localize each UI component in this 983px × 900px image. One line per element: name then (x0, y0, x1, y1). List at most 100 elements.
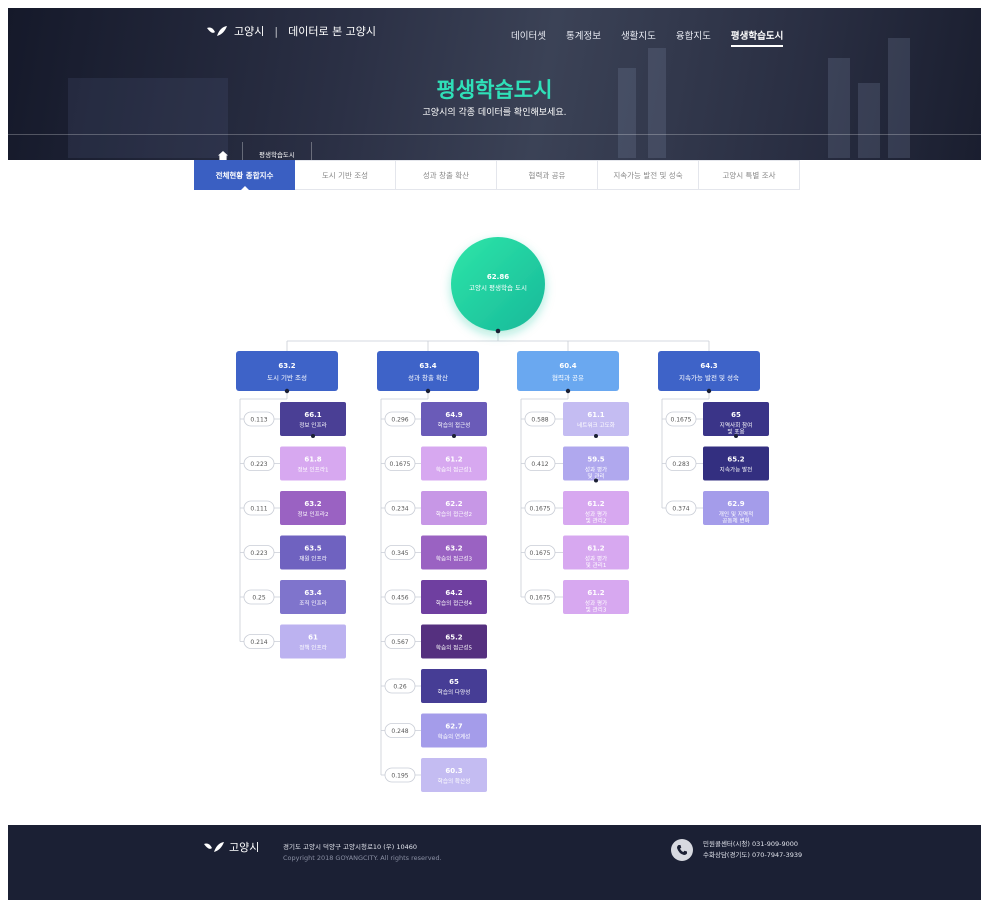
weight-badge: 0.374 (665, 500, 697, 516)
indicator-node[interactable]: 62.2 학습의 접근성2 (421, 491, 487, 525)
root-label: 고양시 평생학습 도시 (469, 283, 527, 292)
indicator-node[interactable]: 61.2 성과 평가및 관리1 (563, 535, 629, 570)
weight-value: 0.456 (391, 594, 408, 601)
indicator-node[interactable]: 61.8 정보 인프라1 (280, 446, 346, 481)
footer-logo[interactable]: 고양시 (203, 839, 259, 855)
indicator-label: 학습의 접근성 (438, 421, 471, 429)
indicator-node[interactable]: 66.1 정보 인프라 (280, 402, 346, 438)
index-tree-diagram: 62.86 고양시 평생학습 도시 63.2 도시 기반 조성 0.113 66.1 정… (236, 237, 769, 792)
indicator-node[interactable]: 61.2 성과 평가및 관리3 (563, 580, 629, 614)
category-label: 도시 기반 조성 (267, 373, 307, 382)
indicator-label: 네트워크 고도화 (577, 421, 615, 429)
indicator-label: 정책 인프라 (299, 644, 327, 652)
indicator-node[interactable]: 65 학습의 다양성 (421, 669, 487, 703)
indicator-label-line2: 및 관리3 (586, 606, 607, 614)
page: 고양시 | 데이터로 본 고양시 데이터셋 통계정보 생활지도 융합지도 평생학… (0, 0, 983, 900)
category-node[interactable]: 64.3 지속가능 발전 및 성숙 (658, 351, 760, 394)
indicator-label: 학습의 접근성2 (436, 510, 472, 518)
indicator-value: 65.2 (727, 456, 744, 464)
indicator-node[interactable]: 63.5 재원 인프라 (280, 535, 346, 570)
indicator-box (280, 402, 346, 436)
weight-value: 0.25 (252, 594, 266, 601)
indicator-label: 성과 평가 (585, 555, 607, 563)
goyang-logo-icon (204, 842, 224, 852)
indicator-value: 62.2 (445, 500, 462, 508)
indicator-node[interactable]: 61 정책 인프라 (280, 624, 346, 659)
category-node[interactable]: 63.2 도시 기반 조성 (236, 351, 338, 394)
indicator-label: 성과 평가 (585, 466, 607, 474)
indicator-node[interactable]: 65.2 지속가능 발전 (703, 446, 769, 481)
indicator-node[interactable]: 61.2 성과 평가및 관리2 (563, 491, 629, 525)
root-node[interactable]: 62.86 고양시 평생학습 도시 (451, 237, 545, 334)
category-node[interactable]: 60.4 협력과 공유 (517, 351, 619, 394)
weight-badge: 0.345 (384, 545, 416, 560)
indicator-label: 정보 인프라 (299, 421, 327, 429)
indicator-node[interactable]: 63.2 정보 인프라2 (280, 491, 346, 525)
category-node[interactable]: 63.4 성과 창출 확산 (377, 351, 479, 394)
weight-badge: 0.214 (243, 634, 275, 649)
indicator-value: 62.7 (445, 723, 462, 731)
weight-value: 0.588 (531, 416, 548, 423)
indicator-node[interactable]: 63.4 조직 인프라 (280, 580, 346, 614)
connector-dot (594, 478, 598, 483)
weight-value: 0.1675 (671, 416, 692, 423)
indicator-node[interactable]: 59.5성과 평가및 관리 (563, 446, 629, 483)
weight-badge: 0.567 (384, 634, 416, 649)
weight-badge: 0.26 (384, 678, 416, 694)
indicator-label: 개인 및 지역적 (719, 510, 753, 518)
indicator-value: 61.2 (587, 500, 604, 508)
weight-value: 0.374 (672, 505, 689, 512)
weight-value: 0.111 (250, 505, 267, 512)
connector-dot (594, 434, 598, 438)
indicator-node[interactable]: 62.9 개인 및 지역적공동체 변화 (703, 491, 769, 525)
indicator-node[interactable]: 61.2 학습의 접근성1 (421, 446, 487, 481)
indicator-node[interactable]: 62.7 학습의 연계성 (421, 713, 487, 748)
connector-dot (311, 434, 315, 438)
indicator-value: 61.2 (445, 456, 462, 464)
indicator-node[interactable]: 64.2 학습의 접근성4 (421, 580, 487, 614)
category-box (658, 351, 760, 391)
weight-value: 0.1675 (530, 550, 551, 557)
indicator-node[interactable]: 60.3 학습의 확산성 (421, 758, 487, 792)
weight-badge: 0.1675 (524, 500, 556, 516)
weight-badge: 0.248 (384, 723, 416, 738)
weight-value: 0.1675 (530, 505, 551, 512)
indicator-label-line2: 및 관리1 (586, 561, 607, 569)
indicator-node[interactable]: 61.1 네트워크 고도화 (563, 402, 629, 438)
weight-badge: 0.234 (384, 500, 416, 516)
weight-value: 0.345 (391, 550, 408, 557)
indicator-box (421, 535, 487, 570)
connector-dot (565, 388, 571, 394)
connector-dot (734, 434, 738, 438)
indicator-node[interactable]: 63.2 학습의 접근성3 (421, 535, 487, 570)
connector-dot (706, 388, 712, 394)
indicator-node[interactable]: 65지역사회 참여및 포용 (703, 402, 769, 438)
indicator-node[interactable]: 65.2 학습의 접근성5 (421, 624, 487, 659)
indicator-value: 61 (308, 634, 318, 642)
weight-value: 0.195 (391, 772, 408, 779)
weight-badge: 0.296 (384, 411, 416, 427)
indicator-label: 정보 인프라1 (297, 466, 329, 474)
weight-badge: 0.412 (524, 456, 556, 471)
tree-nodes: 63.2 도시 기반 조성 0.113 66.1 정보 인프라 0.223 61.8 정보 인… (236, 351, 769, 792)
indicator-box (421, 580, 487, 614)
indicator-node[interactable]: 64.9 학습의 접근성 (421, 402, 487, 438)
indicator-label: 정보 인프라2 (297, 510, 328, 518)
indicator-label: 조직 인프라 (299, 599, 327, 607)
indicator-label: 학습의 확산성 (438, 777, 471, 785)
indicator-value: 66.1 (304, 411, 321, 419)
indicator-box (421, 713, 487, 748)
indicator-value: 61.2 (587, 545, 604, 553)
weight-value: 0.1675 (390, 461, 411, 468)
indicator-value: 63.2 (445, 545, 462, 553)
connector-dot (284, 388, 290, 394)
footer-contact: 민원콜센터(시청) 031-909-9000 수화상담(경기도) 070-794… (671, 839, 802, 861)
weight-value: 0.283 (672, 461, 689, 468)
weight-value: 0.1675 (530, 594, 551, 601)
indicator-box (563, 402, 629, 436)
footer-address-block: 경기도 고양시 덕양구 고양시청로10 (우) 10460 Copyright … (283, 842, 442, 864)
category-value: 63.2 (278, 362, 295, 370)
indicator-label: 성과 평가 (585, 599, 607, 607)
weight-badge: 0.588 (524, 411, 556, 427)
indicator-label: 학습의 접근성1 (436, 466, 473, 474)
